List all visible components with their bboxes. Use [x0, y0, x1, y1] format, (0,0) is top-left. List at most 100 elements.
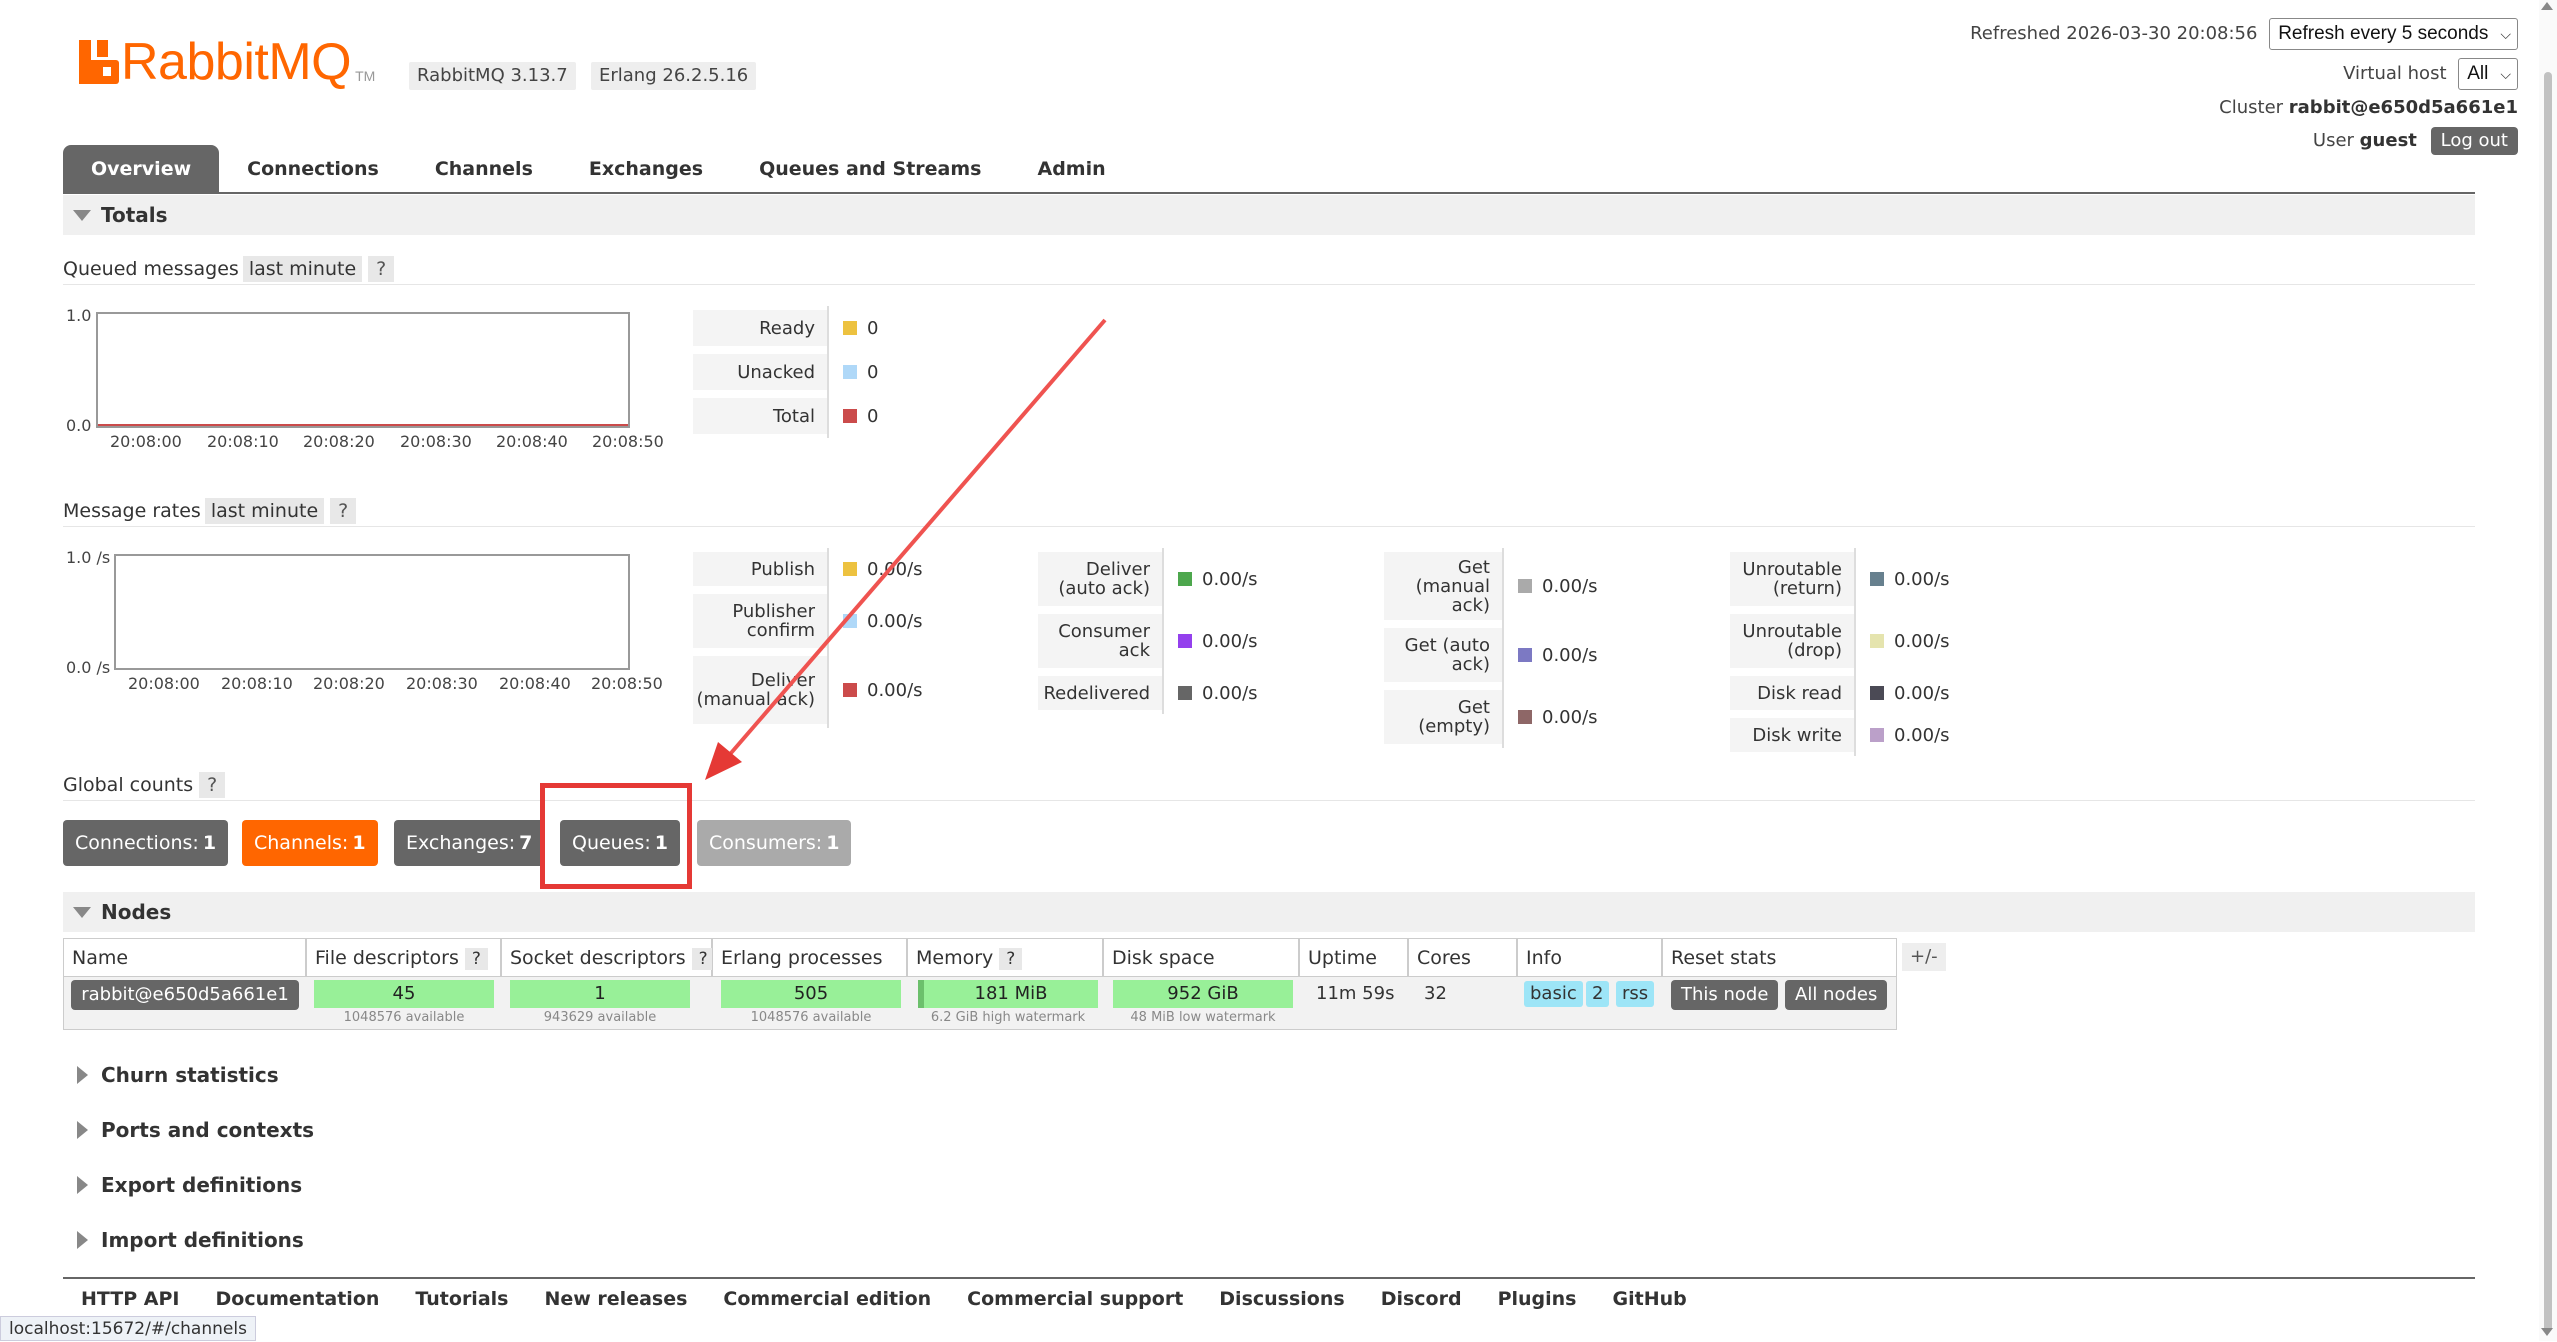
footer-link-discussions[interactable]: Discussions	[1201, 1288, 1362, 1310]
logout-button[interactable]: Log out	[2430, 127, 2518, 155]
logo-tm: TM	[355, 68, 376, 84]
socket-descriptors-available: 943629 available	[543, 1010, 657, 1025]
message-rates-title: Message rates last minute?	[63, 498, 357, 524]
deliver-auto-swatch	[1178, 572, 1192, 586]
expand-triangle-icon	[77, 1121, 88, 1139]
x-tick: 20:08:40	[496, 432, 568, 451]
rates-legend-col3: Get (manual ack) 0.00/s Get (auto ack) 0…	[1384, 548, 1598, 748]
redelivered-value: 0.00/s	[1202, 682, 1258, 704]
erlang-processes-available: 1048576 available	[750, 1010, 872, 1025]
columns-toggle-button[interactable]: +/-	[1902, 943, 1946, 971]
tab-overview[interactable]: Overview	[63, 145, 220, 193]
x-tick: 20:08:00	[110, 432, 182, 451]
col-header-info: Info	[1517, 938, 1662, 976]
unroutable-drop-swatch	[1870, 634, 1884, 648]
tab-connections[interactable]: Connections	[219, 145, 407, 193]
tab-channels[interactable]: Channels	[407, 145, 561, 193]
reset-all-nodes-button[interactable]: All nodes	[1785, 980, 1888, 1010]
info-rss-badge[interactable]: rss	[1616, 981, 1655, 1007]
footer-link-discord[interactable]: Discord	[1363, 1288, 1480, 1310]
scrollbar-thumb[interactable]	[2544, 72, 2552, 1332]
y-axis-bottom: 0.0 /s	[66, 658, 111, 677]
queued-messages-chart	[96, 312, 630, 428]
footer-link-plugins[interactable]: Plugins	[1480, 1288, 1595, 1310]
x-tick: 20:08:10	[221, 674, 293, 693]
expand-triangle-icon	[77, 1231, 88, 1249]
collapse-triangle-icon	[73, 907, 91, 918]
get-auto-swatch	[1518, 648, 1532, 662]
col-header-reset-stats: Reset stats	[1662, 938, 1897, 976]
main-tabs: Overview Connections Channels Exchanges …	[63, 145, 1134, 193]
range-pill[interactable]: last minute	[204, 498, 325, 524]
expand-triangle-icon	[77, 1066, 88, 1084]
tab-queues-and-streams[interactable]: Queues and Streams	[731, 145, 1009, 193]
footer-divider	[63, 1277, 2475, 1279]
nodes-section-header[interactable]: Nodes	[63, 892, 2475, 932]
ports-contexts-section[interactable]: Ports and contexts	[63, 1110, 663, 1150]
footer-link-commercial-edition[interactable]: Commercial edition	[705, 1288, 949, 1310]
scroll-down-arrow-icon[interactable]	[2541, 1328, 2553, 1336]
footer-link-documentation[interactable]: Documentation	[198, 1288, 398, 1310]
help-button[interactable]: ?	[199, 772, 226, 798]
export-definitions-section[interactable]: Export definitions	[63, 1165, 663, 1205]
info-count-badge[interactable]: 2	[1586, 981, 1610, 1007]
legend-label-get-auto: Get (auto ack)	[1384, 628, 1502, 682]
x-tick: 20:08:20	[313, 674, 385, 693]
channels-count-button[interactable]: Channels: 1	[242, 820, 378, 866]
totals-section-header[interactable]: Totals	[63, 195, 2475, 235]
user-label: User	[2312, 130, 2354, 151]
disk-space-bar: 952 GiB	[1113, 980, 1293, 1008]
get-auto-value: 0.00/s	[1542, 644, 1598, 666]
x-tick: 20:08:30	[406, 674, 478, 693]
footer-link-commercial-support[interactable]: Commercial support	[949, 1288, 1201, 1310]
consumers-count-button[interactable]: Consumers: 1	[697, 820, 852, 866]
legend-label-unroutable-drop: Unroutable (drop)	[1730, 614, 1854, 668]
help-button[interactable]: ?	[464, 948, 488, 970]
queues-highlight-box	[540, 783, 692, 889]
collapse-triangle-icon	[73, 210, 91, 221]
file-descriptors-available: 1048576 available	[343, 1010, 465, 1025]
legend-label-get-manual: Get (manual ack)	[1384, 552, 1502, 620]
col-header-disk-space: Disk space	[1103, 938, 1299, 976]
rates-legend-col4: Unroutable (return) 0.00/s Unroutable (d…	[1730, 548, 1950, 756]
help-button[interactable]: ?	[999, 948, 1023, 970]
divider	[63, 526, 2475, 527]
vhost-row: Virtual host All ⌵	[2343, 58, 2518, 90]
reset-this-node-button[interactable]: This node	[1671, 980, 1779, 1010]
consumer-ack-swatch	[1178, 634, 1192, 648]
churn-statistics-section[interactable]: Churn statistics	[63, 1055, 663, 1095]
footer-link-tutorials[interactable]: Tutorials	[397, 1288, 526, 1310]
x-tick: 20:08:00	[128, 674, 200, 693]
unroutable-return-swatch	[1870, 572, 1884, 586]
unroutable-return-value: 0.00/s	[1894, 568, 1950, 590]
rabbitmq-logo[interactable]: RabbitMQ TM	[79, 34, 375, 90]
global-counts-title: Global counts?	[63, 772, 226, 798]
node-name-link[interactable]: rabbit@e650d5a661e1	[71, 980, 299, 1010]
col-header-memory: Memory?	[907, 938, 1103, 976]
col-header-socket-descriptors: Socket descriptors?	[501, 938, 715, 976]
footer-link-new-releases[interactable]: New releases	[526, 1288, 705, 1310]
version-badge: RabbitMQ 3.13.7	[409, 62, 576, 90]
footer-link-github[interactable]: GitHub	[1595, 1288, 1705, 1310]
help-button[interactable]: ?	[368, 256, 395, 282]
vhost-select[interactable]: All ⌵	[2458, 58, 2518, 90]
chevron-down-icon: ⌵	[2500, 26, 2511, 42]
tab-admin[interactable]: Admin	[1009, 145, 1133, 193]
user-row: User guest Log out	[2313, 127, 2518, 155]
connections-count-button[interactable]: Connections: 1	[63, 820, 229, 866]
footer-link-http-api[interactable]: HTTP API	[63, 1288, 198, 1310]
x-tick: 20:08:50	[591, 674, 663, 693]
tab-exchanges[interactable]: Exchanges	[561, 145, 731, 193]
scroll-up-arrow-icon[interactable]	[2541, 2, 2553, 10]
col-header-cores: Cores	[1408, 938, 1517, 976]
help-button[interactable]: ?	[330, 498, 357, 524]
legend-label-unroutable-return: Unroutable (return)	[1730, 552, 1854, 606]
nodes-title: Nodes	[101, 900, 172, 924]
refresh-select[interactable]: Refresh every 5 seconds ⌵	[2269, 18, 2518, 50]
import-definitions-section[interactable]: Import definitions	[63, 1220, 663, 1260]
range-pill[interactable]: last minute	[242, 256, 363, 282]
info-basic-badge[interactable]: basic	[1524, 981, 1583, 1007]
rabbit-logo-icon	[79, 40, 119, 84]
x-tick: 20:08:50	[592, 432, 664, 451]
exchanges-count-button[interactable]: Exchanges: 7	[394, 820, 545, 866]
